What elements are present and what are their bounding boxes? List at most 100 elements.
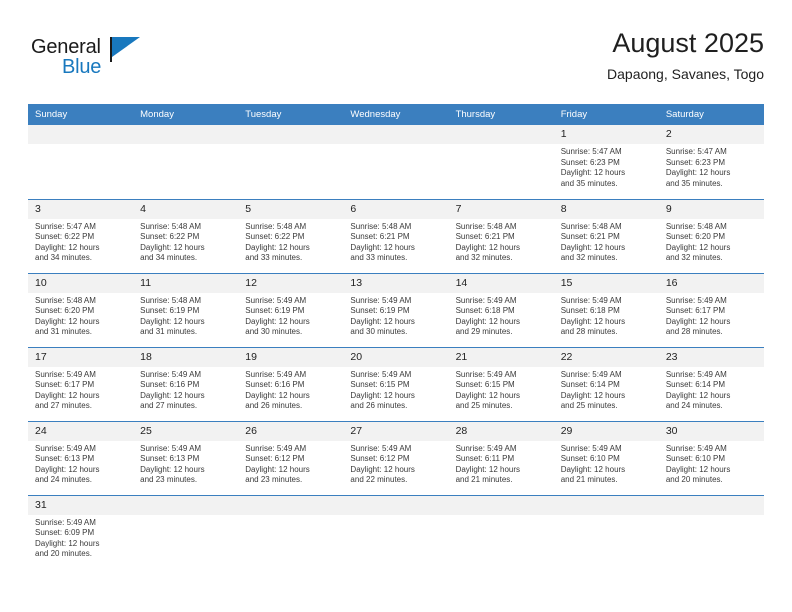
calendar-day-cell-empty	[343, 494, 449, 569]
day-number: 27	[343, 421, 449, 441]
sunrise-text: Sunrise: 5:48 AM	[140, 295, 202, 305]
daylight-text-line2: and 26 minutes.	[350, 401, 408, 411]
calendar-day-cell[interactable]: 15 Sunrise: 5:49 AM Sunset: 6:18 PM Dayligh…	[553, 272, 659, 347]
calendar-day-cell[interactable]: 3 Sunrise: 5:47 AM Sunset: 6:22 PM Daylight…	[28, 198, 134, 273]
calendar-day-cell[interactable]: 5 Sunrise: 5:48 AM Sunset: 6:22 PM Daylight…	[238, 198, 344, 273]
calendar-day-cell-empty	[238, 125, 344, 199]
calendar-day-cell[interactable]: 27 Sunrise: 5:49 AM Sunset: 6:12 PM Dayligh…	[343, 420, 449, 495]
daylight-text-line2: and 32 minutes.	[455, 253, 513, 263]
calendar-day-cell[interactable]: 23 Sunrise: 5:49 AM Sunset: 6:14 PM Dayligh…	[658, 346, 764, 421]
daylight-text-line2: and 30 minutes.	[350, 327, 408, 337]
calendar-day-cell[interactable]: 12 Sunrise: 5:49 AM Sunset: 6:19 PM Dayligh…	[238, 272, 344, 347]
calendar-day-cell[interactable]: 10 Sunrise: 5:48 AM Sunset: 6:20 PM Dayligh…	[28, 272, 134, 347]
calendar-day-cell[interactable]: 28 Sunrise: 5:49 AM Sunset: 6:11 PM Dayligh…	[448, 420, 554, 495]
calendar-day-cell[interactable]: 22 Sunrise: 5:49 AM Sunset: 6:14 PM Dayligh…	[553, 346, 659, 421]
daylight-text-line2: and 29 minutes.	[455, 327, 513, 337]
day-details: Sunrise: 5:47 AM Sunset: 6:23 PM Daylight:…	[554, 144, 659, 189]
calendar-day-cell[interactable]: 30 Sunrise: 5:49 AM Sunset: 6:10 PM Dayligh…	[658, 420, 764, 495]
daylight-text-line1: Daylight: 12 hours	[245, 390, 310, 400]
sunset-text: Sunset: 6:10 PM	[560, 454, 620, 464]
calendar-day-cell[interactable]: 16 Sunrise: 5:49 AM Sunset: 6:17 PM Dayligh…	[658, 272, 764, 347]
sunrise-text: Sunrise: 5:48 AM	[455, 221, 517, 231]
day-details: Sunrise: 5:49 AM Sunset: 6:19 PM Daylight:…	[238, 293, 343, 338]
calendar-day-cell[interactable]: 17 Sunrise: 5:49 AM Sunset: 6:17 PM Dayligh…	[28, 346, 134, 421]
day-number: 1	[553, 125, 659, 144]
daylight-text-line2: and 23 minutes.	[140, 475, 198, 485]
day-number: 31	[28, 495, 134, 515]
calendar-week-row: 31 Sunrise: 5:49 AM Sunset: 6:09 PM Dayligh…	[28, 494, 764, 569]
sunset-text: Sunset: 6:18 PM	[455, 306, 515, 316]
calendar-day-cell-empty	[658, 494, 764, 569]
calendar-day-cell[interactable]: 9 Sunrise: 5:48 AM Sunset: 6:20 PM Daylight…	[658, 198, 764, 273]
page-title: August 2025	[612, 28, 764, 58]
day-details: Sunrise: 5:49 AM Sunset: 6:17 PM Daylight:…	[28, 367, 133, 412]
calendar-day-cell[interactable]: 24 Sunrise: 5:49 AM Sunset: 6:13 PM Dayligh…	[28, 420, 134, 495]
day-number: 15	[553, 273, 659, 293]
weekday-header-friday: Friday	[553, 104, 659, 125]
daylight-text-line1: Daylight: 12 hours	[350, 242, 415, 252]
day-number: 26	[238, 421, 344, 441]
daylight-text-line1: Daylight: 12 hours	[560, 316, 626, 326]
daylight-text-line1: Daylight: 12 hours	[245, 242, 310, 252]
daylight-text-line1: Daylight: 12 hours	[245, 464, 310, 474]
daylight-text-line1: Daylight: 12 hours	[140, 242, 205, 252]
sunset-text: Sunset: 6:14 PM	[560, 380, 620, 390]
weekday-header-saturday: Saturday	[658, 104, 764, 125]
daylight-text-line2: and 22 minutes.	[350, 475, 408, 485]
calendar-day-cell[interactable]: 29 Sunrise: 5:49 AM Sunset: 6:10 PM Dayligh…	[553, 420, 659, 495]
calendar-day-cell[interactable]: 13 Sunrise: 5:49 AM Sunset: 6:19 PM Dayligh…	[343, 272, 449, 347]
calendar-day-cell[interactable]: 4 Sunrise: 5:48 AM Sunset: 6:22 PM Daylight…	[133, 198, 239, 273]
calendar-day-cell[interactable]: 31 Sunrise: 5:49 AM Sunset: 6:09 PM Dayligh…	[28, 494, 134, 569]
day-number: 16	[658, 273, 764, 293]
sunset-text: Sunset: 6:19 PM	[245, 306, 305, 316]
calendar-day-cell[interactable]: 21 Sunrise: 5:49 AM Sunset: 6:15 PM Dayligh…	[448, 346, 554, 421]
day-details: Sunrise: 5:49 AM Sunset: 6:17 PM Daylight:…	[659, 293, 764, 338]
calendar-day-cell[interactable]: 2 Sunrise: 5:47 AM Sunset: 6:23 PM Daylight…	[658, 125, 764, 199]
daylight-text-line2: and 35 minutes.	[665, 178, 723, 188]
daylight-text-line1: Daylight: 12 hours	[35, 538, 100, 548]
daylight-text-line1: Daylight: 12 hours	[140, 390, 205, 400]
sunset-text: Sunset: 6:11 PM	[455, 454, 515, 464]
sunrise-text: Sunrise: 5:49 AM	[665, 295, 727, 305]
daylight-text-line1: Daylight: 12 hours	[560, 390, 626, 400]
day-number	[343, 125, 449, 144]
daylight-text-line2: and 33 minutes.	[350, 253, 408, 263]
calendar-day-cell[interactable]: 6 Sunrise: 5:48 AM Sunset: 6:21 PM Daylight…	[343, 198, 449, 273]
daylight-text-line2: and 24 minutes.	[35, 475, 92, 485]
calendar-day-cell[interactable]: 7 Sunrise: 5:48 AM Sunset: 6:21 PM Daylight…	[448, 198, 554, 273]
sunset-text: Sunset: 6:12 PM	[245, 454, 305, 464]
general-blue-logo[interactable]: General Blue	[31, 36, 161, 84]
calendar-day-cell[interactable]: 1 Sunrise: 5:47 AM Sunset: 6:23 PM Daylight…	[553, 125, 659, 199]
daylight-text-line2: and 32 minutes.	[560, 253, 618, 263]
daylight-text-line2: and 35 minutes.	[560, 178, 618, 188]
calendar-day-cell[interactable]: 19 Sunrise: 5:49 AM Sunset: 6:16 PM Dayligh…	[238, 346, 344, 421]
calendar-day-cell[interactable]: 11 Sunrise: 5:48 AM Sunset: 6:19 PM Dayligh…	[133, 272, 239, 347]
calendar-day-cell[interactable]: 14 Sunrise: 5:49 AM Sunset: 6:18 PM Dayligh…	[448, 272, 554, 347]
weekday-header-monday: Monday	[133, 104, 239, 125]
sunrise-text: Sunrise: 5:48 AM	[245, 221, 307, 231]
daylight-text-line2: and 26 minutes.	[245, 401, 303, 411]
day-number: 19	[238, 347, 344, 367]
sunset-text: Sunset: 6:19 PM	[140, 306, 200, 316]
sunset-text: Sunset: 6:21 PM	[560, 232, 620, 242]
sunset-text: Sunset: 6:22 PM	[140, 232, 200, 242]
calendar-day-cell[interactable]: 26 Sunrise: 5:49 AM Sunset: 6:12 PM Dayligh…	[238, 420, 344, 495]
daylight-text-line1: Daylight: 12 hours	[455, 242, 521, 252]
logo-text-general: General	[31, 36, 101, 58]
day-number: 21	[448, 347, 554, 367]
calendar-day-cell[interactable]: 18 Sunrise: 5:49 AM Sunset: 6:16 PM Dayligh…	[133, 346, 239, 421]
daylight-text-line2: and 25 minutes.	[455, 401, 513, 411]
day-details: Sunrise: 5:49 AM Sunset: 6:18 PM Daylight:…	[554, 293, 659, 338]
day-number	[133, 125, 239, 144]
day-number: 7	[448, 199, 554, 219]
day-number: 23	[658, 347, 764, 367]
day-number: 29	[553, 421, 659, 441]
day-details: Sunrise: 5:49 AM Sunset: 6:14 PM Daylight:…	[659, 367, 764, 412]
calendar-day-cell[interactable]: 25 Sunrise: 5:49 AM Sunset: 6:13 PM Dayligh…	[133, 420, 239, 495]
calendar-day-cell[interactable]: 8 Sunrise: 5:48 AM Sunset: 6:21 PM Daylight…	[553, 198, 659, 273]
calendar-day-cell-empty	[28, 125, 134, 199]
day-number	[133, 495, 239, 515]
calendar-day-cell[interactable]: 20 Sunrise: 5:49 AM Sunset: 6:15 PM Dayligh…	[343, 346, 449, 421]
sunrise-text: Sunrise: 5:49 AM	[245, 369, 307, 379]
sunrise-text: Sunrise: 5:49 AM	[350, 295, 412, 305]
